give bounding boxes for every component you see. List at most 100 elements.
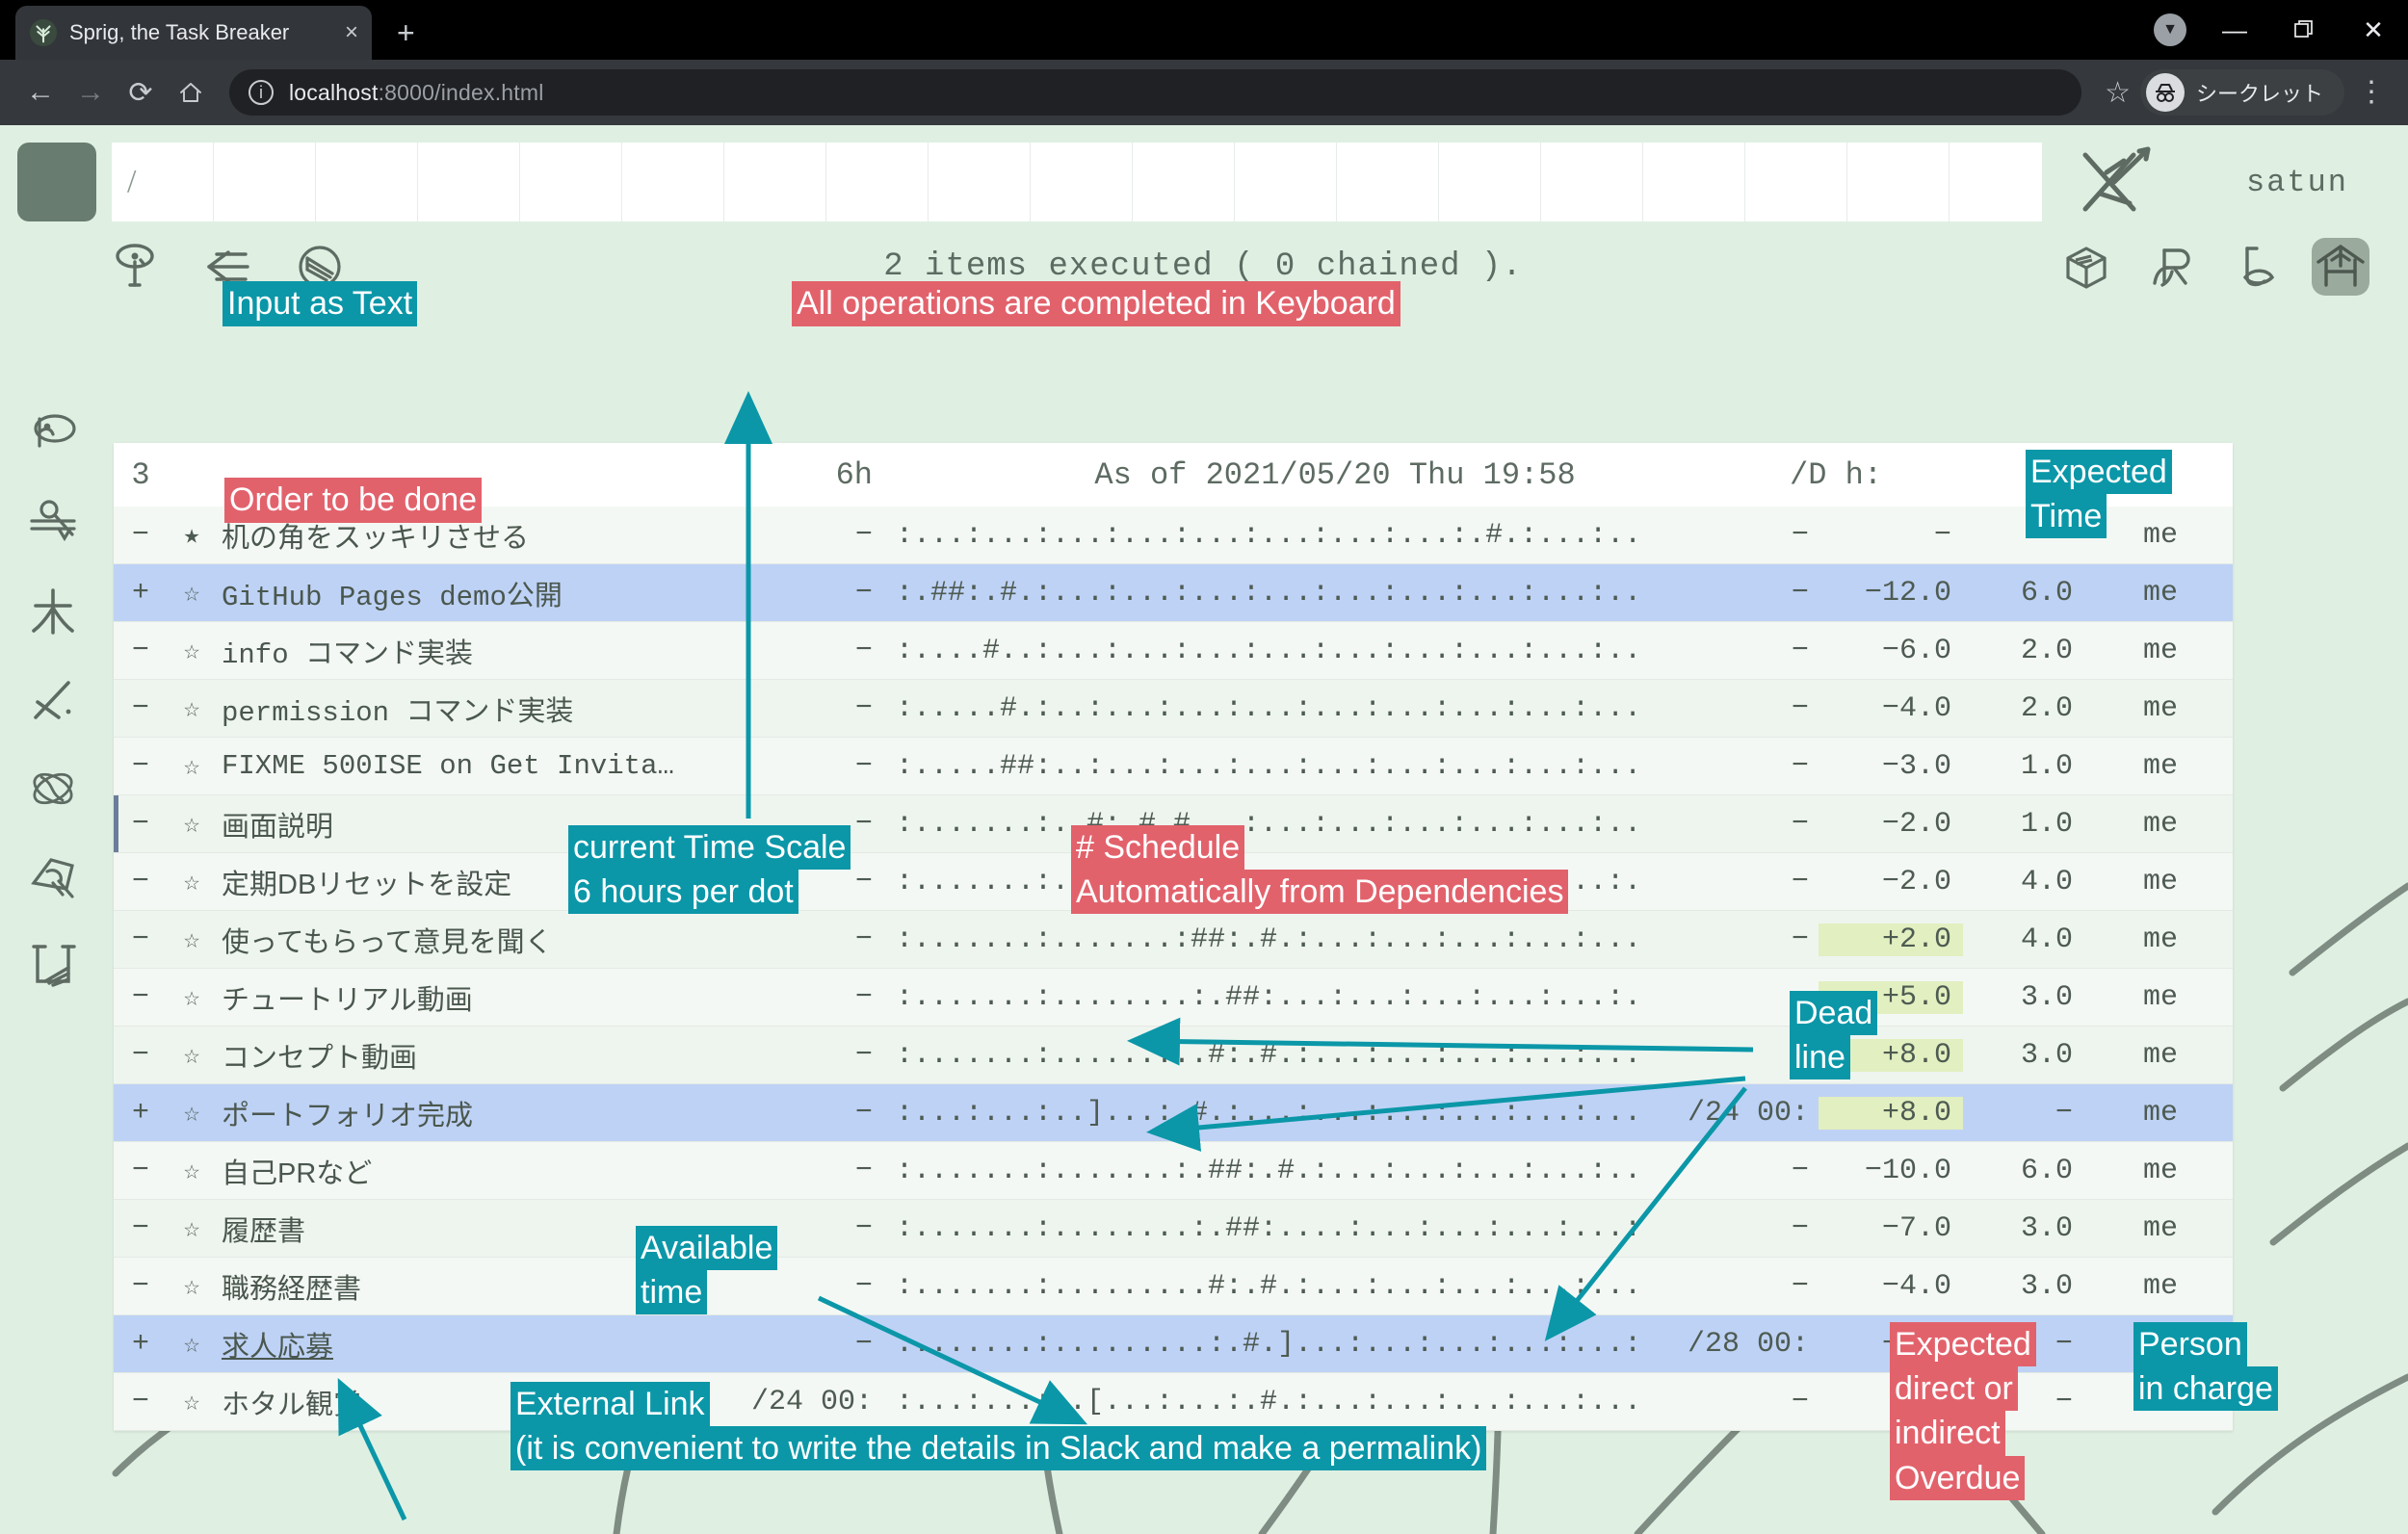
cell-sign[interactable]: − [114,635,168,667]
command-input[interactable]: / [112,143,2042,221]
cell-sign[interactable]: − [114,1155,168,1187]
cell-sign[interactable]: − [114,1212,168,1245]
cell-sign[interactable]: − [114,1039,168,1072]
maximize-button[interactable] [2269,0,2339,60]
cell-star[interactable]: ☆ [168,576,216,610]
cell-name[interactable]: info コマンド実装 [216,631,736,671]
cell-name[interactable]: 求人応募 [216,1324,736,1365]
table-row[interactable]: −☆履歴書−:.......:........:.##:....:...:...… [114,1200,2233,1258]
site-info-icon[interactable]: i [249,80,274,105]
back-icon[interactable]: ← [15,67,65,117]
table-row[interactable]: −☆FIXME 500ISE on Get Invita…−:.....##:.… [114,738,2233,795]
cell-star[interactable]: ☆ [168,1269,216,1303]
home-icon[interactable] [166,67,216,117]
cell-sign[interactable]: − [114,1270,168,1303]
update-icon[interactable]: ▼ [2154,13,2186,46]
eye-loop-icon[interactable] [23,404,83,464]
table-row[interactable]: −☆permission コマンド実装−:.....#.:..:...:...:… [114,680,2233,738]
cell-sign[interactable]: − [114,866,168,898]
cell-est: 3.0 [1963,981,2088,1014]
cell-name[interactable]: チュートリアル動画 [216,977,736,1018]
forward-icon[interactable]: → [65,67,116,117]
cell-star[interactable]: ☆ [168,691,216,725]
table-row[interactable]: −☆チュートリアル動画−:.......:........:.##:...:..… [114,969,2233,1027]
table-row[interactable]: −☆職務経歴書−:.......:.........#:.#.:...:...:… [114,1258,2233,1315]
cell-sign[interactable]: + [114,577,168,610]
cell-sign[interactable]: − [114,1386,168,1418]
annotation-person-in-charge: Person in charge [2133,1322,2278,1411]
cell-sched: :.....##:..:...:...:...:...:...:...:...:… [890,750,1636,783]
box-icon[interactable] [2057,238,2115,296]
close-icon[interactable]: × [345,21,358,44]
sidebar [0,404,106,996]
cell-sign[interactable]: − [114,750,168,783]
chrome-menu-icon[interactable]: ⋮ [2350,81,2393,104]
minimize-button[interactable]: — [2200,0,2269,60]
annotation-expected-overdue: Expected direct or indirect Overdue [1890,1322,2036,1500]
arrow-box-icon[interactable] [23,847,83,907]
cell-star[interactable]: ☆ [168,1154,216,1187]
cell-est: 2.0 [1963,635,2088,667]
cell-star[interactable]: ☆ [168,923,216,956]
cell-star[interactable]: ☆ [168,807,216,841]
cell-name[interactable]: GitHub Pages demo公開 [216,573,736,613]
cell-sched: :.......:........:.##:...:...:...:...:..… [890,981,1636,1014]
cell-sign[interactable]: − [114,981,168,1014]
water-kanji-icon[interactable] [23,582,83,641]
incognito-indicator[interactable]: シークレット [2140,69,2344,116]
cell-slack: −6.0 [1819,635,1963,667]
cell-name[interactable]: FIXME 500ISE on Get Invita… [216,750,736,782]
cell-sign[interactable]: − [114,808,168,841]
r-root-icon[interactable] [2142,238,2200,296]
info-tree-icon[interactable] [106,238,164,296]
browser-tab[interactable]: Sprig, the Task Breaker × [15,6,372,60]
cell-star[interactable]: ☆ [168,980,216,1014]
reload-icon[interactable]: ⟳ [116,67,166,117]
table-row[interactable]: −☆コンセプト動画−:.......:.........#:.#.:...:..… [114,1027,2233,1084]
cell-star[interactable]: ☆ [168,865,216,898]
table-row[interactable]: −☆info コマンド実装−:....#..:...:...:...:...:.… [114,622,2233,680]
cell-name[interactable]: 自己PRなど [216,1151,736,1191]
cell-star[interactable]: ☆ [168,1211,216,1245]
cell-name[interactable]: 使ってもらって意見を聞く [216,920,736,960]
table-row[interactable]: −☆自己PRなど−:.......:.......:.##:.#.:...:..… [114,1142,2233,1200]
browser-titlebar: Sprig, the Task Breaker × + ▼ — ✕ [0,0,2408,60]
cell-name[interactable]: コンセプト動画 [216,1035,736,1076]
annotation-line: in charge [2133,1366,2278,1411]
url-host: localhost [289,80,379,105]
cell-name[interactable]: permission コマンド実装 [216,689,736,729]
cell-est: 3.0 [1963,1212,2088,1245]
balance-icon[interactable] [23,493,83,553]
cross-pin-icon[interactable] [23,670,83,730]
cell-sched: :.....#.:..:...:...:...:...:...:...:...:… [890,692,1636,725]
cell-sign[interactable]: + [114,1328,168,1361]
atom-scribble-icon[interactable] [23,759,83,819]
cell-star[interactable]: ★ [168,518,216,552]
table-row[interactable]: +☆ポートフォリオ完成−:...:...:..]...:.#.:...:...:… [114,1084,2233,1142]
cell-sign[interactable]: − [114,692,168,725]
home-tent-icon[interactable] [2312,238,2369,296]
cell-sign[interactable]: + [114,1097,168,1130]
close-window-button[interactable]: ✕ [2339,0,2408,60]
app-logo [2042,143,2186,221]
cell-star[interactable]: ☆ [168,1385,216,1418]
cell-star[interactable]: ☆ [168,634,216,667]
annotation-line: current Time Scale [568,825,851,870]
avatar[interactable] [17,143,96,221]
leaf-icon[interactable] [2227,238,2285,296]
address-bar[interactable]: i localhost:8000/index.html [229,69,2081,116]
cell-name[interactable]: ポートフォリオ完成 [216,1093,736,1133]
table-row[interactable]: −☆使ってもらって意見を聞く−:.......:.......:##:.#.:.… [114,911,2233,969]
cell-star[interactable]: ☆ [168,1038,216,1072]
cell-sign[interactable]: − [114,923,168,956]
table-row[interactable]: +☆GitHub Pages demo公開−:.##:.#.:...:...:.… [114,564,2233,622]
cell-star[interactable]: ☆ [168,749,216,783]
cell-slack: −3.0 [1819,750,1963,783]
annotation-line: Expected [1890,1322,2036,1366]
flag-fan-icon[interactable] [23,936,83,996]
bookmark-star-icon[interactable]: ☆ [2105,76,2131,110]
cell-sign[interactable]: − [114,519,168,552]
new-tab-button[interactable]: + [397,17,415,48]
cell-star[interactable]: ☆ [168,1327,216,1361]
cell-star[interactable]: ☆ [168,1096,216,1130]
